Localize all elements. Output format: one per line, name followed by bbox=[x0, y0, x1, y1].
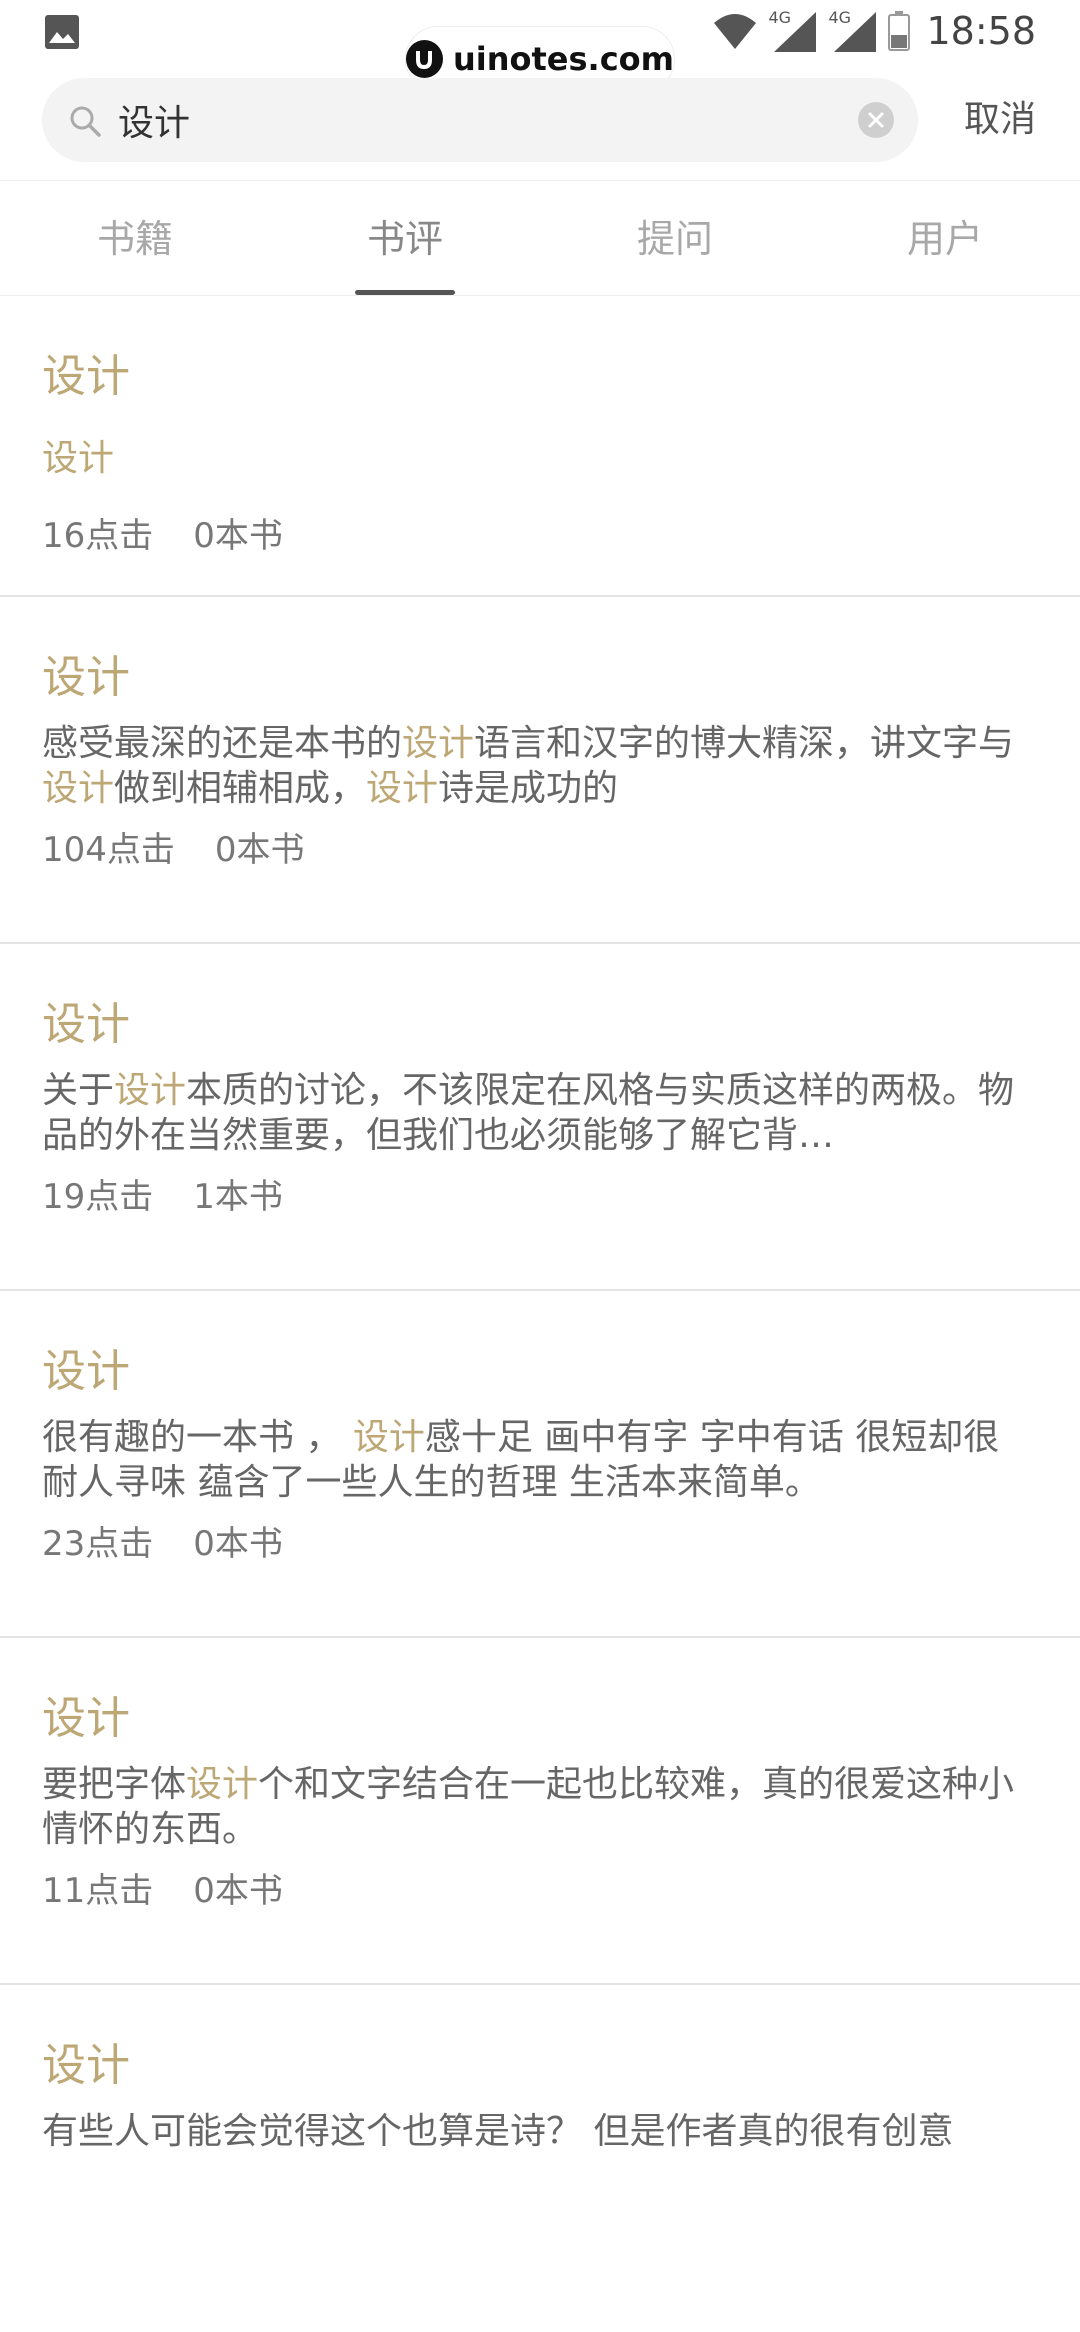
status-time: 18:58 bbox=[926, 9, 1036, 53]
review-result-item[interactable]: 设计 设计 16点击 0本书 bbox=[0, 296, 1080, 597]
review-snippet: 很有趣的一本书 ， 设计感十足 画中有字 字中有话 很短却很耐人寻味 蕴含了一些… bbox=[42, 1415, 1032, 1505]
search-input[interactable] bbox=[118, 78, 838, 162]
click-count: 16点击 bbox=[42, 516, 154, 556]
snippet-text: 很有趣的一本书 ， bbox=[42, 1417, 353, 1458]
highlighted-keyword: 设计 bbox=[402, 723, 475, 764]
book-count: 1本书 bbox=[193, 1177, 283, 1217]
highlighted-keyword: 设计 bbox=[352, 1417, 425, 1458]
watermark-text: uinotes.com bbox=[452, 40, 674, 78]
highlighted-keyword: 设计 bbox=[114, 1070, 187, 1111]
review-meta: 11点击 0本书 bbox=[42, 1863, 283, 1912]
review-snippet: 感受最深的还是本书的设计语言和汉字的博大精深，讲文字与设计做到相辅相成，设计诗是… bbox=[42, 721, 1032, 811]
review-snippet: 设计 bbox=[42, 436, 1032, 481]
highlighted-keyword: 设计 bbox=[186, 1764, 259, 1805]
review-title: 设计 bbox=[42, 652, 130, 703]
tab-questions[interactable]: 提问 bbox=[540, 181, 810, 295]
click-count: 104点击 bbox=[42, 830, 175, 870]
review-meta: 19点击 1本书 bbox=[42, 1169, 283, 1218]
snippet-text: 有些人可能会觉得这个也算是诗？ 但是作者真的很有创意 bbox=[42, 2111, 954, 2152]
review-title: 设计 bbox=[42, 999, 130, 1050]
click-count: 19点击 bbox=[42, 1177, 154, 1217]
tab-books[interactable]: 书籍 bbox=[0, 181, 270, 295]
review-title: 设计 bbox=[42, 2040, 130, 2091]
review-snippet: 有些人可能会觉得这个也算是诗？ 但是作者真的很有创意 bbox=[42, 2109, 1032, 2154]
review-snippet: 要把字体设计个和文字结合在一起也比较难，真的很爱这种小情怀的东西。 bbox=[42, 1762, 1032, 1852]
review-meta: 104点击 0本书 bbox=[42, 822, 305, 871]
review-meta: 16点击 0本书 bbox=[42, 508, 283, 557]
tab-label: 书籍 bbox=[96, 217, 173, 261]
cancel-button[interactable]: 取消 bbox=[964, 78, 1036, 162]
snippet-text: 感受最深的还是本书的 bbox=[42, 723, 403, 764]
click-count: 23点击 bbox=[42, 1524, 154, 1564]
book-count: 0本书 bbox=[193, 1871, 283, 1911]
signal-icon: 4G bbox=[768, 8, 818, 54]
review-result-item[interactable]: 设计 关于设计本质的讨论，不该限定在风格与实质这样的两极。物品的外在当然重要，但我… bbox=[0, 944, 1080, 1291]
snippet-text: 要把字体 bbox=[42, 1764, 187, 1805]
review-result-item[interactable]: 设计 要把字体设计个和文字结合在一起也比较难，真的很爱这种小情怀的东西。 11点击 0… bbox=[0, 1638, 1080, 1985]
wifi-icon bbox=[714, 14, 757, 49]
result-list: 设计 设计 16点击 0本书 设计 感受最深的还是本书的设计语言和汉字的博大精深，讲文字与… bbox=[0, 296, 1080, 2332]
review-result-item[interactable]: 设计 感受最深的还是本书的设计语言和汉字的博大精深，讲文字与设计做到相辅相成，设计… bbox=[0, 597, 1080, 944]
snippet-text: 本质的讨论，不该限定在风格与实质这样的两极。物品的外在当然重要，但我们也必须能够… bbox=[42, 1070, 1015, 1156]
review-snippet: 关于设计本质的讨论，不该限定在风格与实质这样的两极。物品的外在当然重要，但我们也… bbox=[42, 1068, 1032, 1158]
status-icons: 4G 4G 18:58 bbox=[712, 6, 1036, 56]
clear-icon[interactable] bbox=[858, 102, 894, 138]
snippet-text: 诗是成功的 bbox=[438, 768, 619, 809]
click-count: 11点击 bbox=[42, 1871, 154, 1911]
snippet-text: 关于 bbox=[42, 1070, 115, 1111]
signal-icon-2: 4G bbox=[828, 8, 878, 54]
highlighted-keyword: 设计 bbox=[366, 768, 439, 809]
review-meta: 23点击 0本书 bbox=[42, 1516, 283, 1565]
tab-label: 用户 bbox=[906, 217, 983, 261]
snippet-text: 语言和汉字的博大精深，讲文字与 bbox=[474, 723, 1015, 764]
book-count: 0本书 bbox=[214, 830, 305, 870]
snippet-text: 做到相辅相成， bbox=[114, 768, 367, 809]
tab-bar: 书籍 书评 提问 用户 bbox=[0, 180, 1080, 296]
gallery-icon bbox=[45, 15, 79, 49]
review-title: 设计 bbox=[42, 1346, 130, 1397]
review-result-item[interactable]: 设计 很有趣的一本书 ， 设计感十足 画中有字 字中有话 很短却很耐人寻味 蕴含了… bbox=[0, 1291, 1080, 1638]
review-title: 设计 bbox=[42, 351, 130, 402]
search-icon bbox=[70, 106, 101, 137]
battery-icon bbox=[888, 11, 911, 51]
search-row: 取消 bbox=[0, 78, 1080, 180]
tab-label: 书评 bbox=[366, 217, 443, 261]
review-result-item[interactable]: 设计有些人可能会觉得这个也算是诗？ 但是作者真的很有创意 bbox=[0, 1985, 1080, 2332]
uinotes-logo-icon bbox=[406, 40, 443, 78]
highlighted-keyword: 设计 bbox=[42, 438, 115, 479]
tab-reviews[interactable]: 书评 bbox=[270, 181, 540, 295]
book-count: 0本书 bbox=[193, 516, 283, 556]
highlighted-keyword: 设计 bbox=[42, 768, 115, 809]
tab-label: 提问 bbox=[636, 217, 713, 261]
review-title: 设计 bbox=[42, 1693, 130, 1744]
search-box[interactable] bbox=[42, 78, 918, 162]
active-tab-indicator bbox=[355, 290, 455, 295]
tab-users[interactable]: 用户 bbox=[810, 181, 1080, 295]
book-count: 0本书 bbox=[193, 1524, 283, 1564]
